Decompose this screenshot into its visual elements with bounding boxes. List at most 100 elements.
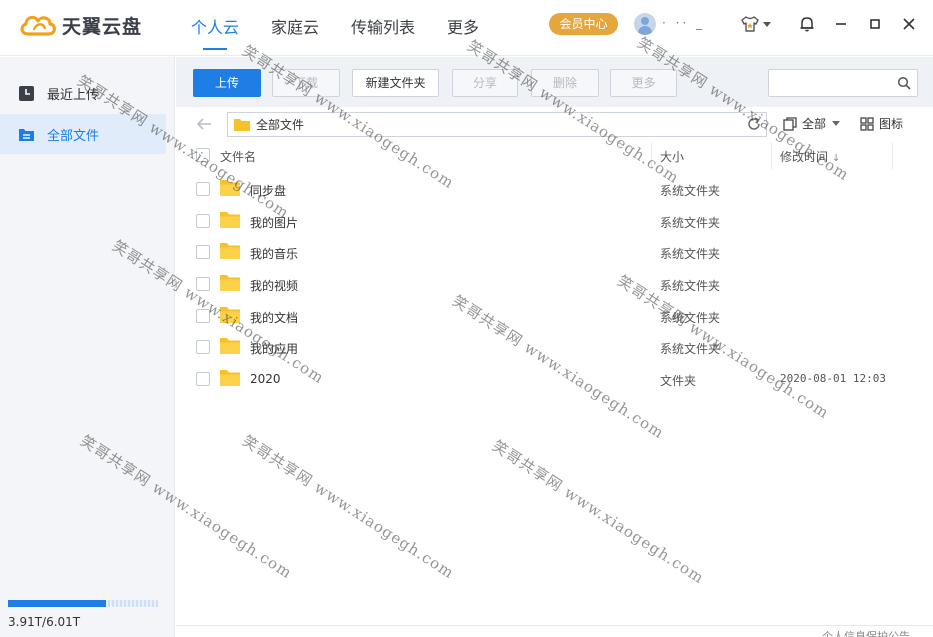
- grid-view-icon: [860, 116, 874, 131]
- storage-text: 3.91T/6.01T: [8, 615, 81, 629]
- maximize-icon: [870, 19, 880, 29]
- storage-progress-bar: [8, 600, 158, 607]
- search-input[interactable]: [768, 69, 918, 97]
- file-name[interactable]: 我的应用: [250, 340, 298, 357]
- sidebar-item-label: 最近上传: [47, 87, 100, 103]
- folder-icon: [220, 338, 240, 354]
- table-row[interactable]: 我的图片 系统文件夹: [176, 205, 933, 237]
- row-checkbox[interactable]: [196, 214, 210, 228]
- table-row[interactable]: 我的视频 系统文件夹: [176, 268, 933, 300]
- back-arrow-icon[interactable]: [196, 117, 212, 131]
- search-icon: [897, 76, 911, 90]
- select-all-checkbox[interactable]: [196, 148, 210, 162]
- filter-dropdown[interactable]: 全部: [783, 115, 841, 132]
- column-divider: [892, 143, 893, 169]
- view-mode-toggle[interactable]: 图标: [860, 115, 903, 132]
- sidebar-item-all-files[interactable]: 全部文件: [0, 114, 166, 154]
- copy-filter-icon: [783, 116, 797, 131]
- storage-usage: 3.91T/6.01T: [8, 600, 158, 629]
- table-row[interactable]: 我的音乐 系统文件夹: [176, 236, 933, 268]
- cloud-logo-icon: [20, 15, 56, 36]
- shirt-icon: [741, 16, 759, 32]
- row-checkbox[interactable]: [196, 372, 210, 386]
- bell-icon: [800, 17, 814, 32]
- new-folder-button[interactable]: 新建文件夹: [352, 69, 439, 97]
- table-row[interactable]: 我的应用 系统文件夹: [176, 331, 933, 363]
- view-mode-label: 图标: [879, 117, 904, 131]
- file-type: 系统文件夹: [660, 279, 721, 293]
- minimize-icon: [836, 23, 846, 25]
- nav-family-cloud[interactable]: 家庭云: [271, 14, 319, 42]
- row-checkbox[interactable]: [196, 277, 210, 291]
- folder-icon: [220, 243, 240, 259]
- nav-transfer-list[interactable]: 传输列表: [351, 14, 415, 42]
- sidebar: 最近上传 全部文件 3.91T/6.01T: [0, 57, 175, 637]
- row-checkbox[interactable]: [196, 245, 210, 259]
- file-name[interactable]: 我的音乐: [250, 245, 298, 262]
- column-header-size[interactable]: 大小: [660, 148, 684, 165]
- footer-divider: [176, 625, 933, 626]
- file-type: 系统文件夹: [660, 311, 721, 325]
- row-checkbox[interactable]: [196, 340, 210, 354]
- download-button[interactable]: 下载: [272, 69, 340, 97]
- column-header-name[interactable]: 文件名: [220, 148, 256, 165]
- folder-icon: [220, 212, 240, 228]
- file-type: 系统文件夹: [660, 342, 721, 356]
- refresh-icon[interactable]: [744, 114, 764, 134]
- sidebar-item-recent-upload[interactable]: 最近上传: [0, 73, 166, 113]
- folder-icon: [220, 370, 240, 386]
- file-type: 系统文件夹: [660, 247, 721, 261]
- file-type: 系统文件夹: [660, 184, 721, 198]
- folder-icon: [220, 307, 240, 323]
- folder-icon: [234, 119, 250, 131]
- filter-label: 全部: [802, 117, 827, 131]
- chevron-down-icon: [763, 21, 771, 27]
- column-header-mtime[interactable]: 修改时间 ↓: [780, 148, 840, 165]
- file-name[interactable]: 同步盘: [250, 182, 286, 199]
- column-divider: [651, 143, 652, 169]
- main-nav: 个人云 家庭云 传输列表 更多: [191, 14, 511, 50]
- nav-more[interactable]: 更多: [447, 14, 479, 42]
- file-name[interactable]: 我的图片: [250, 214, 298, 231]
- folder-icon: [220, 180, 240, 196]
- close-icon: [903, 18, 915, 30]
- vip-center-button[interactable]: 会员中心: [549, 13, 618, 35]
- minimize-button[interactable]: [830, 13, 852, 35]
- avatar[interactable]: [634, 13, 656, 35]
- close-button[interactable]: [898, 13, 920, 35]
- sidebar-item-label: 全部文件: [47, 128, 100, 144]
- table-row[interactable]: 2020 文件夹 2020-08-01 12:03: [176, 363, 933, 395]
- table-row[interactable]: 同步盘 系统文件夹: [176, 173, 933, 205]
- notification-button[interactable]: [796, 13, 818, 35]
- file-type: 系统文件夹: [660, 216, 721, 230]
- more-button[interactable]: 更多: [610, 69, 677, 97]
- row-checkbox[interactable]: [196, 309, 210, 323]
- table-row[interactable]: 我的文档 系统文件夹: [176, 300, 933, 332]
- file-name[interactable]: 我的视频: [250, 277, 298, 294]
- chevron-down-icon: [832, 121, 841, 126]
- file-type: 文件夹: [660, 374, 697, 388]
- upload-button[interactable]: 上传: [193, 69, 261, 97]
- app-name: 天翼云盘: [62, 15, 143, 38]
- app-logo: 天翼云盘: [18, 10, 142, 40]
- storage-progress-fill: [8, 600, 106, 607]
- row-checkbox[interactable]: [196, 182, 210, 196]
- title-bar: 天翼云盘 个人云 家庭云 传输列表 更多 会员中心 · ·· _: [0, 0, 933, 56]
- username[interactable]: · ·· _: [662, 16, 705, 30]
- nav-personal-cloud[interactable]: 个人云: [191, 14, 239, 50]
- column-divider: [771, 143, 772, 169]
- sort-down-icon: ↓: [832, 153, 841, 164]
- watermark-text: 笑哥共享网 www.xiaogegh.com: [239, 431, 458, 583]
- privacy-notice-link[interactable]: 个人信息保护公告: [822, 628, 910, 637]
- all-files-icon: [19, 128, 34, 141]
- skin-menu-button[interactable]: [740, 14, 774, 34]
- delete-button[interactable]: 删除: [531, 69, 599, 97]
- maximize-button[interactable]: [864, 13, 886, 35]
- breadcrumb[interactable]: 全部文件: [227, 112, 767, 137]
- file-mtime: 2020-08-01 12:03: [780, 372, 886, 385]
- watermark-text: 笑哥共享网 www.xiaogegh.com: [489, 436, 708, 588]
- share-button[interactable]: 分享: [452, 69, 518, 97]
- recent-upload-icon: [19, 85, 34, 101]
- file-name[interactable]: 我的文档: [250, 309, 298, 326]
- file-name[interactable]: 2020: [250, 372, 281, 386]
